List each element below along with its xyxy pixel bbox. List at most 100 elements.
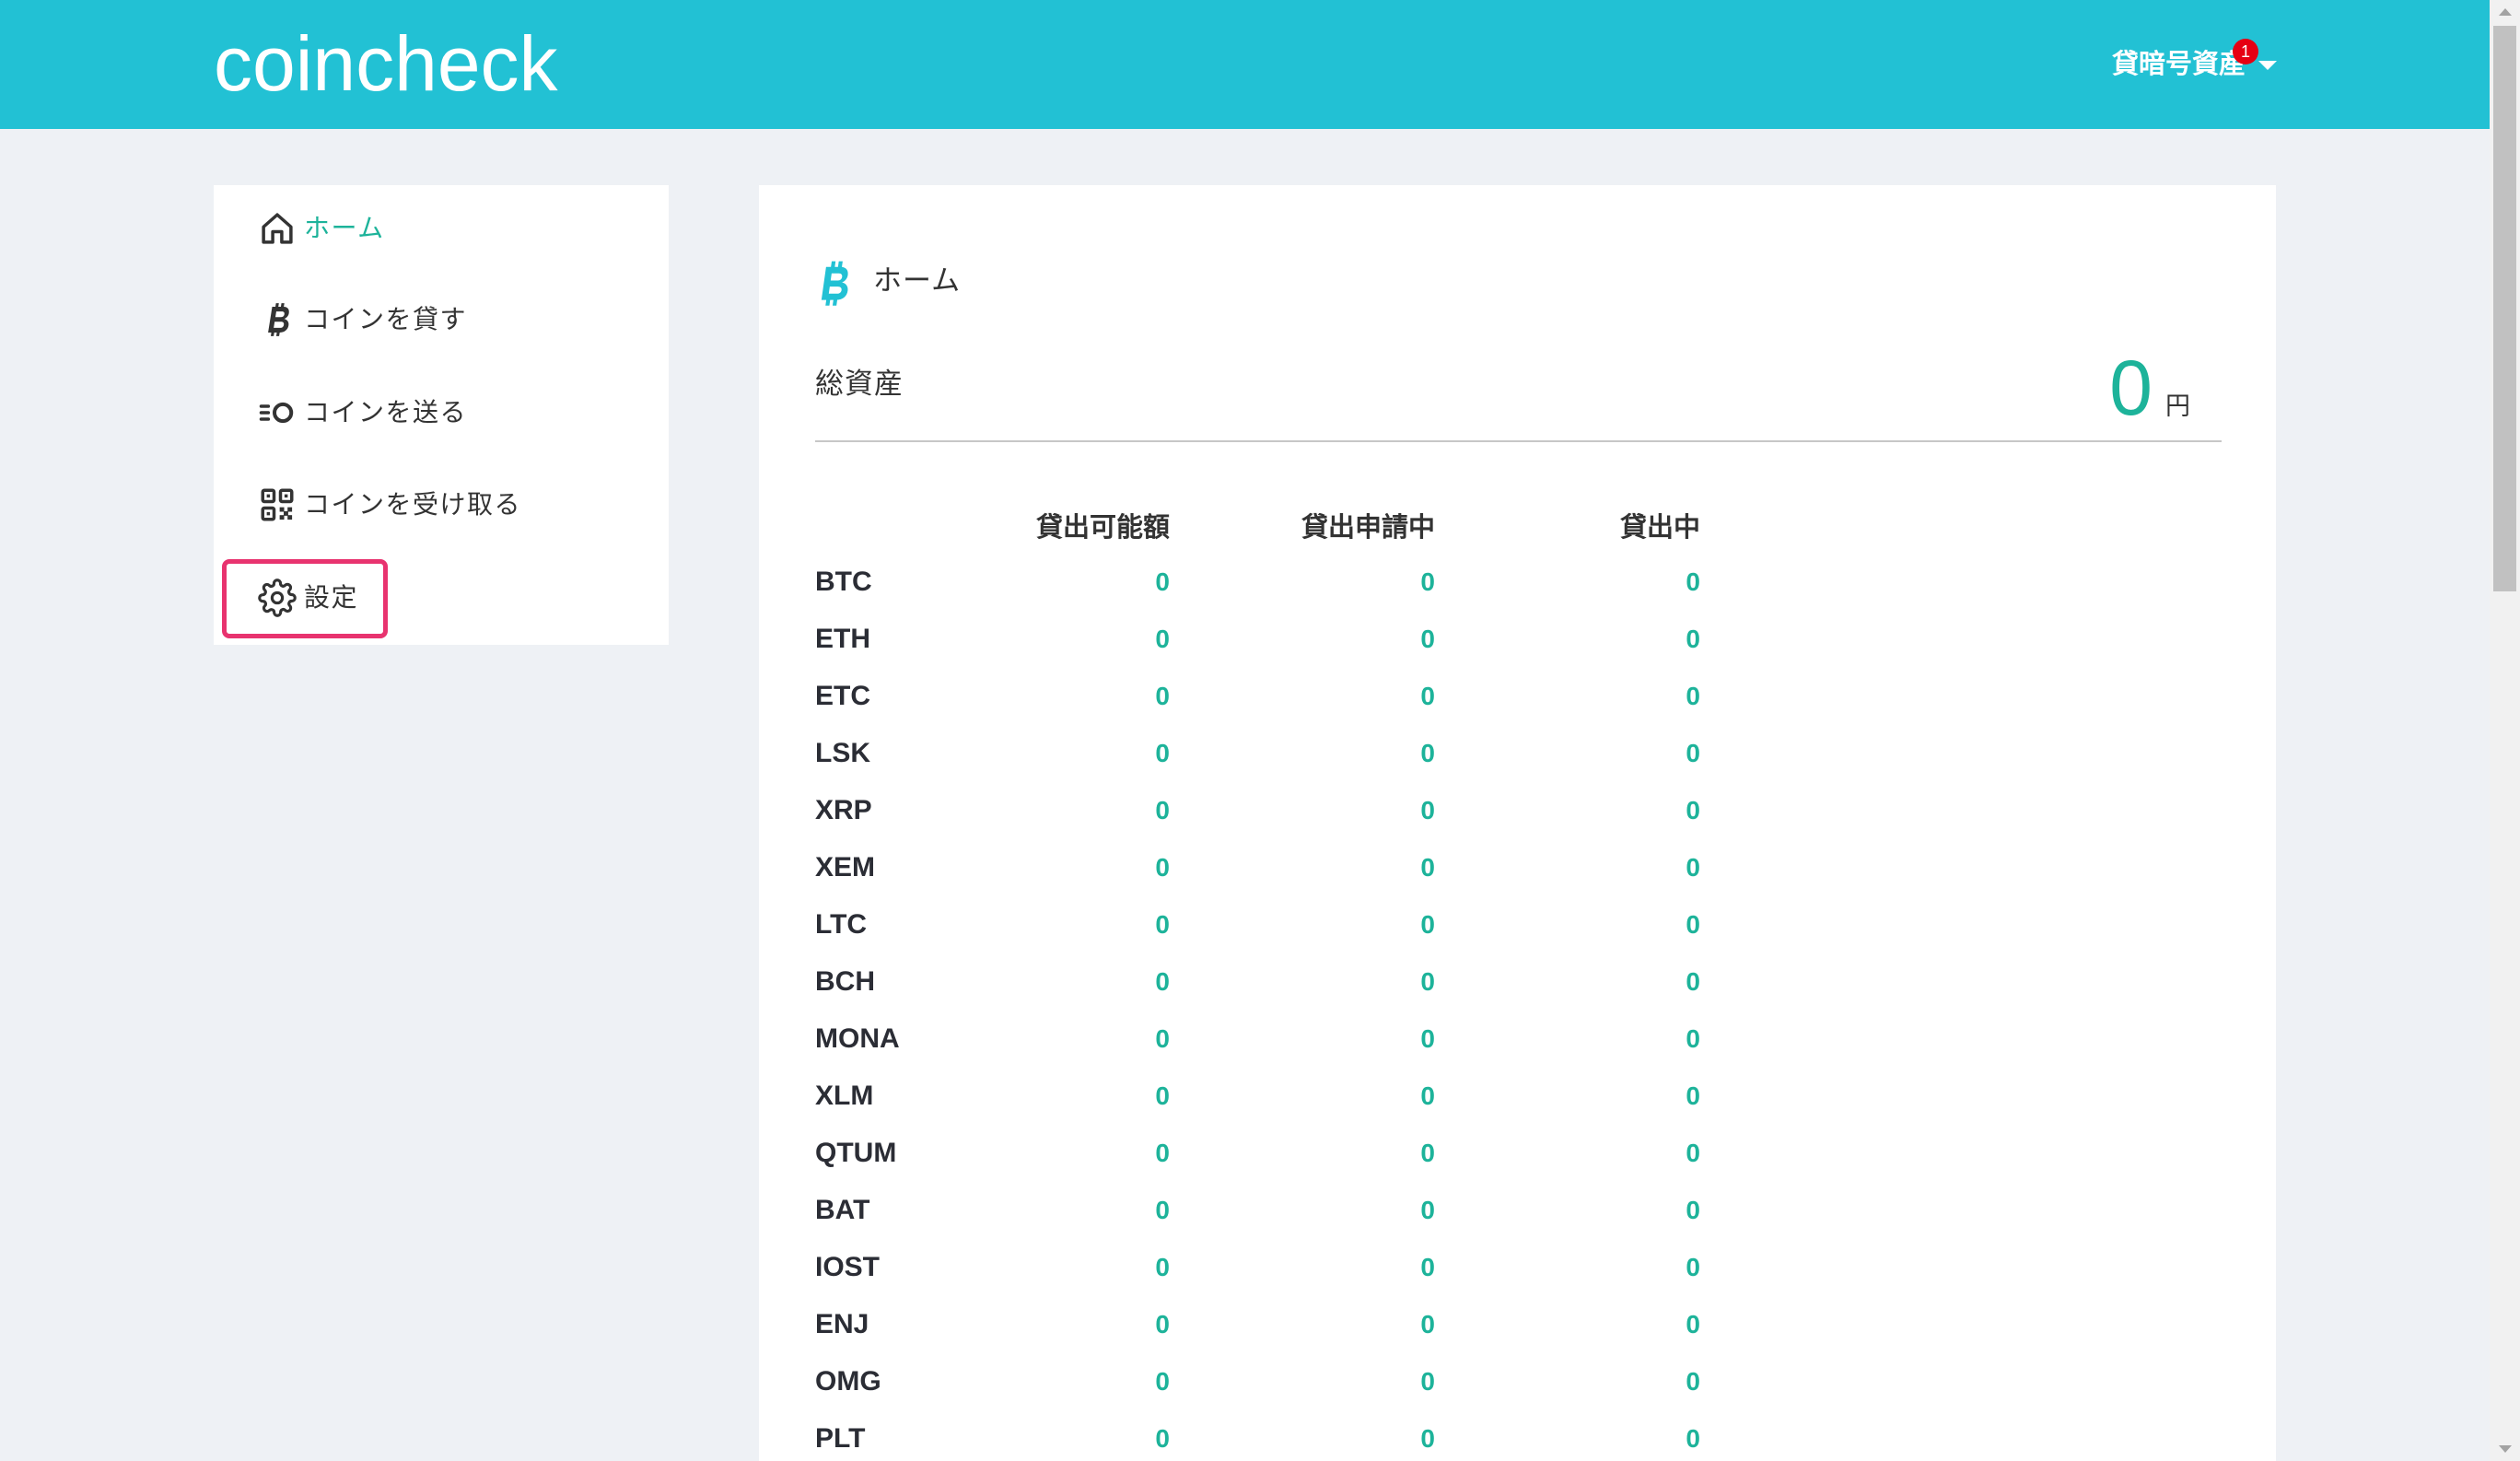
available-amount: 0 <box>1155 625 1170 653</box>
table-row: LSK 0 0 0 <box>815 725 1700 782</box>
pending-amount: 0 <box>1420 910 1435 939</box>
divider <box>815 440 2222 442</box>
pending-amount: 0 <box>1420 625 1435 653</box>
scroll-down-arrow-icon[interactable] <box>2499 1445 2512 1453</box>
table-row: XLM 0 0 0 <box>815 1068 1700 1125</box>
pending-amount: 0 <box>1420 796 1435 824</box>
table-row: MONA 0 0 0 <box>815 1011 1700 1068</box>
top-header: coincheck 貸暗号資産 1 <box>0 0 2490 129</box>
sidebar-item-label: コインを送る <box>304 398 468 427</box>
coin-symbol: BAT <box>815 1195 870 1225</box>
table-row: LTC 0 0 0 <box>815 896 1700 953</box>
scroll-up-arrow-icon[interactable] <box>2499 8 2512 16</box>
lending-amount: 0 <box>1686 739 1700 767</box>
total-assets-label: 総資産 <box>815 368 904 400</box>
available-amount: 0 <box>1155 967 1170 996</box>
total-assets-unit: 円 <box>2165 392 2190 420</box>
available-amount: 0 <box>1155 910 1170 939</box>
table-row: IOST 0 0 0 <box>815 1239 1700 1296</box>
table-row: OMG 0 0 0 <box>815 1353 1700 1410</box>
total-assets-amount: 0 円 <box>2109 349 2190 427</box>
lending-amount: 0 <box>1686 567 1700 596</box>
lending-assets-menu[interactable]: 貸暗号資産 <box>2112 46 2246 83</box>
lending-amount: 0 <box>1686 1367 1700 1396</box>
coin-symbol: ETC <box>815 681 870 711</box>
chevron-down-icon[interactable] <box>2258 61 2277 70</box>
available-amount: 0 <box>1155 853 1170 882</box>
lending-amount: 0 <box>1686 853 1700 882</box>
lending-amount: 0 <box>1686 796 1700 824</box>
table-row: XRP 0 0 0 <box>815 782 1700 839</box>
pending-amount: 0 <box>1420 1424 1435 1453</box>
available-amount: 0 <box>1155 1081 1170 1110</box>
page-title: ホーム <box>873 264 962 297</box>
lending-amount: 0 <box>1686 1310 1700 1338</box>
coin-symbol: XEM <box>815 852 876 882</box>
coin-symbol: IOST <box>815 1252 881 1282</box>
notification-badge: 1 <box>2233 39 2258 64</box>
coin-symbol: LSK <box>815 738 870 768</box>
lending-amount: 0 <box>1686 682 1700 710</box>
coin-symbol: ETH <box>815 624 870 654</box>
page-scrollbar[interactable] <box>2490 0 2520 1461</box>
coin-symbol: BTC <box>815 567 872 597</box>
bitcoin-icon <box>815 259 854 310</box>
table-row: QTUM 0 0 0 <box>815 1125 1700 1182</box>
scrollbar-thumb[interactable] <box>2493 26 2516 591</box>
table-header-available: 貸出可能額 <box>1035 513 1170 543</box>
settings-highlight-box <box>222 559 388 638</box>
pending-amount: 0 <box>1420 853 1435 882</box>
available-amount: 0 <box>1155 739 1170 767</box>
sidebar-item-send-coins[interactable]: コインを送る <box>214 376 669 450</box>
home-icon <box>258 209 297 248</box>
lending-amount: 0 <box>1686 1081 1700 1110</box>
table-row: ETH 0 0 0 <box>815 611 1700 668</box>
sidebar-item-receive-coins[interactable]: コインを受け取る <box>214 468 669 542</box>
lending-amount: 0 <box>1686 1253 1700 1281</box>
available-amount: 0 <box>1155 682 1170 710</box>
main-panel: ホーム 総資産 0 円 貸出可能額 貸出申請中 貸出中 BTC 0 0 0 ETH 0 0 0… <box>759 185 2276 1461</box>
pending-amount: 0 <box>1420 1081 1435 1110</box>
coin-symbol: ENJ <box>815 1309 869 1339</box>
table-header-lending: 貸出中 <box>1619 513 1700 543</box>
pending-amount: 0 <box>1420 1253 1435 1281</box>
pending-amount: 0 <box>1420 1139 1435 1167</box>
table-row: BTC 0 0 0 <box>815 554 1700 611</box>
available-amount: 0 <box>1155 1196 1170 1224</box>
bitcoin-icon <box>258 300 297 339</box>
table-row: ETC 0 0 0 <box>815 668 1700 725</box>
send-icon <box>258 393 297 432</box>
pending-amount: 0 <box>1420 1367 1435 1396</box>
table-header-pending: 貸出申請中 <box>1301 513 1435 543</box>
available-amount: 0 <box>1155 1253 1170 1281</box>
table-row: ENJ 0 0 0 <box>815 1296 1700 1353</box>
coincheck-logo[interactable]: coincheck <box>214 25 558 102</box>
pending-amount: 0 <box>1420 1310 1435 1338</box>
table-row: PLT 0 0 0 <box>815 1410 1700 1461</box>
lending-amount: 0 <box>1686 1024 1700 1053</box>
sidebar-item-label: コインを貸す <box>304 305 468 333</box>
lending-table: 貸出可能額 貸出申請中 貸出中 BTC 0 0 0 ETH 0 0 0 ETC 0 0 0 LSK 0 0 0… <box>815 497 1700 1461</box>
lending-amount: 0 <box>1686 625 1700 653</box>
pending-amount: 0 <box>1420 682 1435 710</box>
coin-symbol: XLM <box>815 1081 874 1111</box>
lending-amount: 0 <box>1686 1139 1700 1167</box>
table-row: BCH 0 0 0 <box>815 953 1700 1011</box>
coin-symbol: BCH <box>815 966 875 997</box>
table-row: BAT 0 0 0 <box>815 1182 1700 1239</box>
coin-symbol: LTC <box>815 909 868 940</box>
available-amount: 0 <box>1155 567 1170 596</box>
sidebar-item-lend-coins[interactable]: コインを貸す <box>214 283 669 356</box>
sidebar-item-label: ホーム <box>304 214 385 242</box>
sidebar-item-home[interactable]: ホーム <box>214 192 669 265</box>
available-amount: 0 <box>1155 1024 1170 1053</box>
lending-amount: 0 <box>1686 1424 1700 1453</box>
total-assets-value: 0 <box>2109 345 2152 431</box>
coin-symbol: QTUM <box>815 1138 897 1168</box>
pending-amount: 0 <box>1420 967 1435 996</box>
lending-amount: 0 <box>1686 910 1700 939</box>
lending-amount: 0 <box>1686 967 1700 996</box>
coin-symbol: OMG <box>815 1366 881 1397</box>
coin-symbol: MONA <box>815 1023 900 1054</box>
lending-amount: 0 <box>1686 1196 1700 1224</box>
